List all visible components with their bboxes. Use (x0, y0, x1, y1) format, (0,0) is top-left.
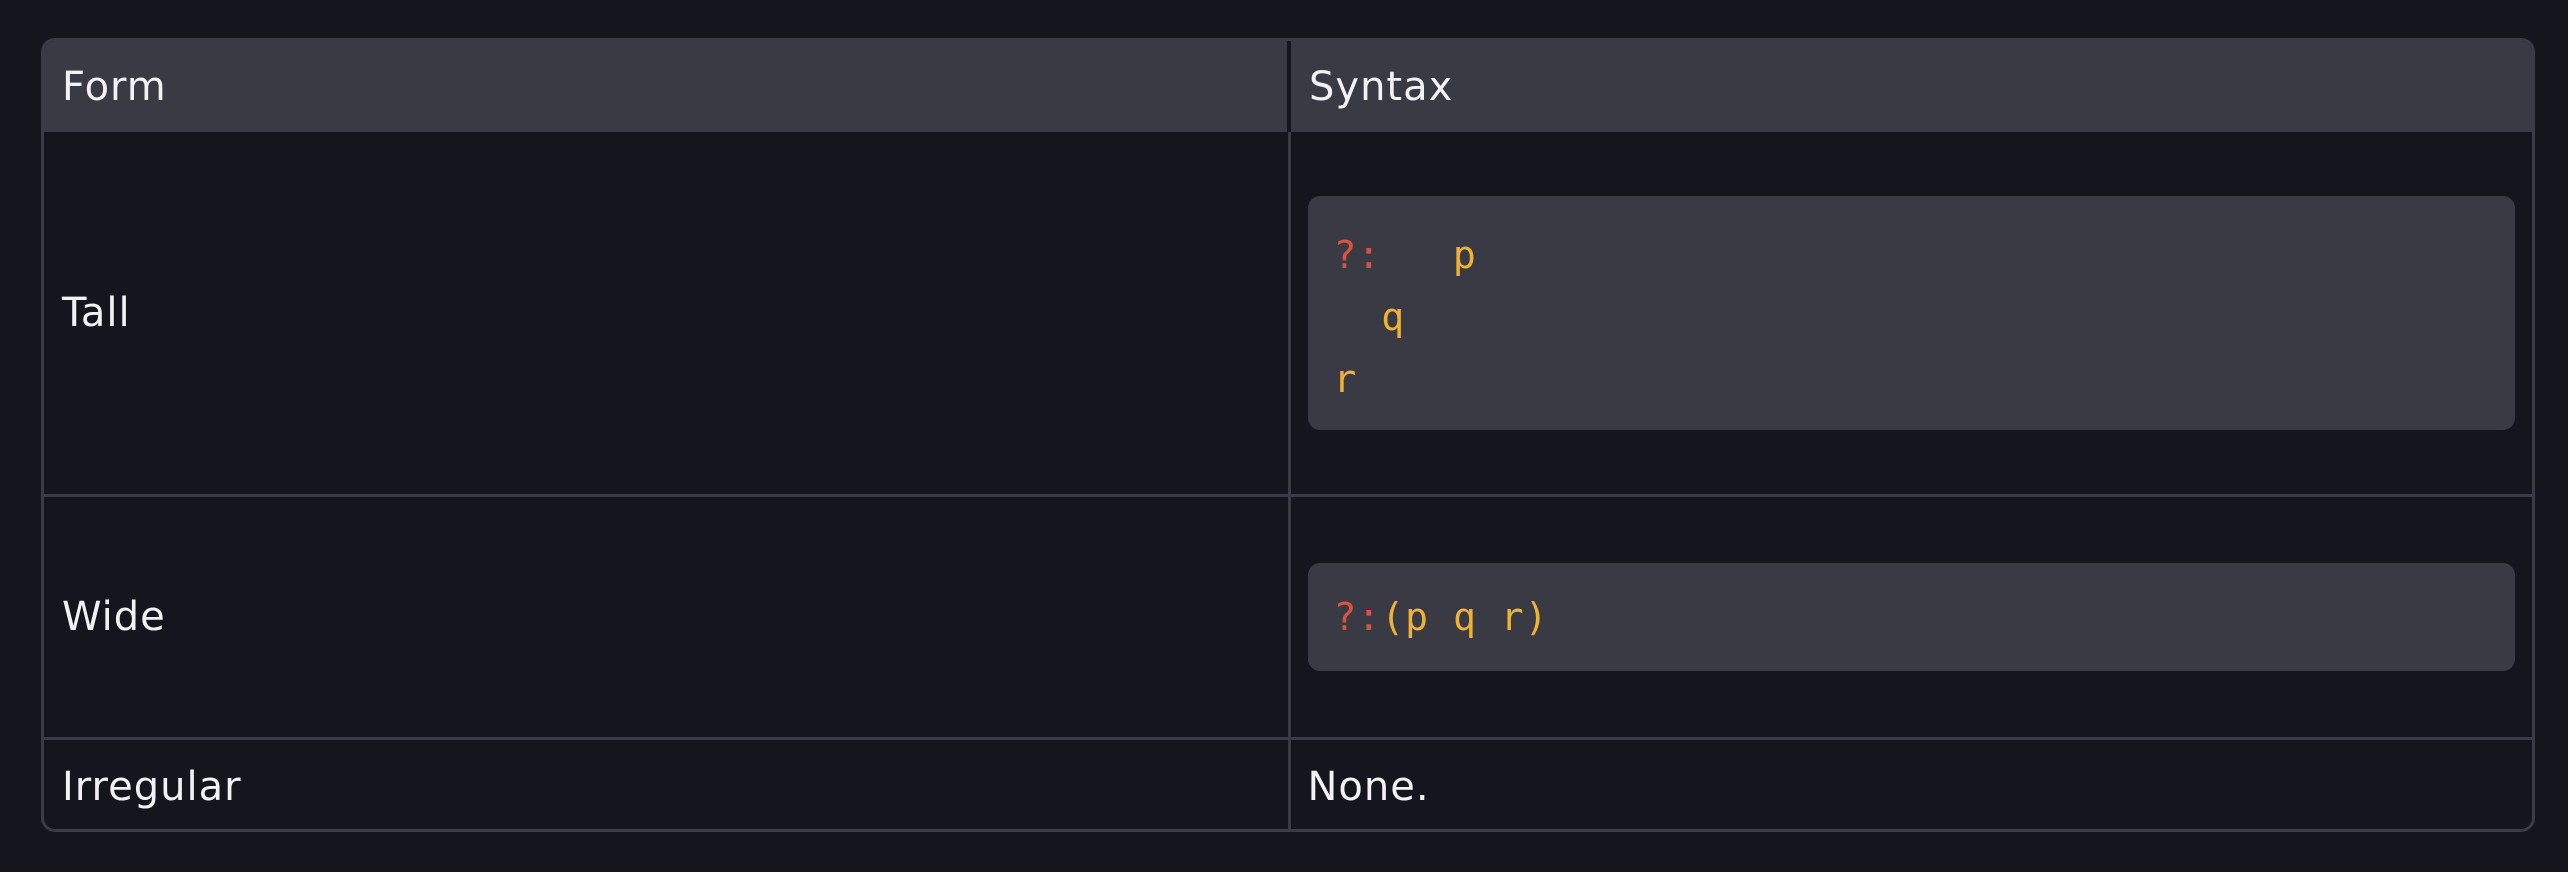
form-cell-irregular: Irregular (44, 736, 1291, 829)
syntax-cell-wide: ?:(p q r) (1289, 493, 2532, 738)
var-token-r: r (1333, 356, 1358, 401)
syntax-cell-tall: ?: p q r (1289, 132, 2532, 495)
var-token-r: r (1500, 594, 1525, 639)
table-row-irregular: Irregular None. (44, 736, 2532, 829)
var-token-p: p (1405, 594, 1430, 639)
var-token-p: p (1452, 232, 1477, 277)
syntax-table: Form Syntax Tall ?: p q r Wide ?:(p q r)… (44, 41, 2532, 829)
close-paren: ) (1524, 594, 1549, 639)
code-block-wide: ?:(p q r) (1307, 562, 2515, 671)
syntax-cell-irregular: None. (1289, 736, 2532, 829)
rune-token: ?: (1333, 594, 1382, 639)
form-cell-wide: Wide (44, 493, 1291, 738)
form-cell-tall: Tall (44, 132, 1291, 495)
table-row-wide: Wide ?:(p q r) (44, 493, 2532, 738)
header-form: Form (44, 41, 1291, 132)
open-paren: ( (1381, 594, 1406, 639)
var-token-q: q (1452, 594, 1477, 639)
syntax-table-container: Form Syntax Tall ?: p q r Wide ?:(p q r)… (41, 38, 2535, 832)
header-syntax: Syntax (1309, 63, 1454, 110)
table-row-tall: Tall ?: p q r (44, 132, 2532, 495)
rune-token: ?: (1333, 232, 1382, 277)
code-block-tall: ?: p q r (1307, 195, 2515, 430)
var-token-q: q (1381, 294, 1406, 339)
table-header-row: Form Syntax (44, 41, 2532, 132)
